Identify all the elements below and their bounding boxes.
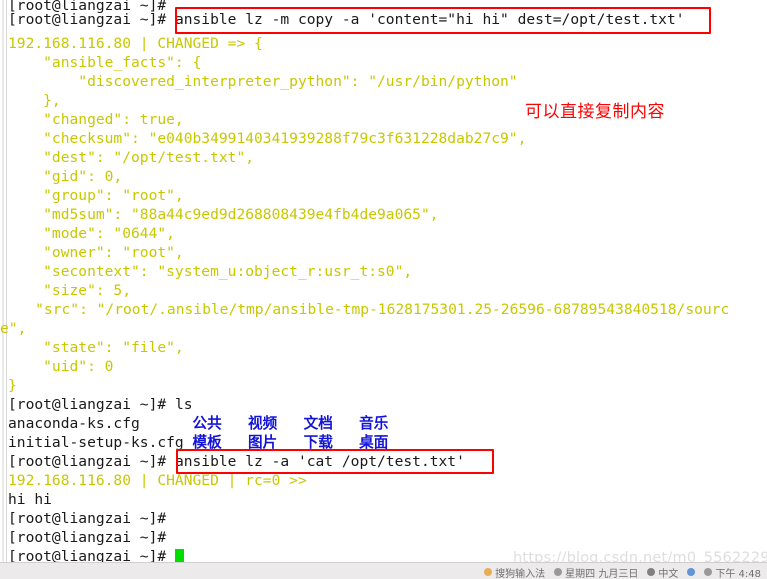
taskbar-item[interactable]: 星期四 九月三日 <box>554 565 638 579</box>
command-output: "owner": "root", <box>8 244 184 261</box>
terminal-line: } <box>8 376 17 395</box>
terminal-line: "state": "file", <box>8 338 184 357</box>
shell-prompt: [root@liangzai ~]# <box>8 548 175 562</box>
terminal-line: [root@liangzai ~]# ansible lz -m copy -a… <box>8 10 685 29</box>
terminal-line: [root@liangzai ~]# <box>8 528 166 547</box>
terminal-line: "gid": 0, <box>8 167 122 186</box>
command-output: "checksum": "e040b3499140341939288f79c3f… <box>8 130 527 147</box>
terminal-line: 192.168.116.80 | CHANGED | rc=0 >> <box>8 471 307 490</box>
terminal-cursor <box>174 549 184 562</box>
taskbar-item-icon <box>687 568 696 576</box>
terminal-line: "group": "root", <box>8 186 184 205</box>
command-output: "discovered_interpreter_python": "/usr/b… <box>8 73 518 90</box>
terminal-line: "size": 5, <box>8 281 131 300</box>
command-output: "changed": true, <box>8 111 184 128</box>
command-output: "group": "root", <box>8 187 184 204</box>
terminal-line: initial-setup-ks.cfg 模板 图片 下载 桌面 <box>8 433 388 452</box>
command-output: "size": 5, <box>8 282 132 299</box>
terminal-line: anaconda-ks.cfg 公共 视频 文档 音乐 <box>8 414 388 433</box>
terminal-line: hi hi <box>8 490 52 509</box>
terminal-line: "md5sum": "88a44c9ed9d268808439e4fb4de9a… <box>8 205 439 224</box>
taskbar-item-label: 搜狗输入法 <box>495 568 546 579</box>
command-output: "state": "file", <box>8 339 184 356</box>
taskbar-item[interactable]: 下午 4:48 <box>704 565 761 579</box>
taskbar-item-icon <box>484 568 493 576</box>
command-output: } <box>8 377 17 394</box>
terminal-line: "ansible_facts": { <box>8 53 201 72</box>
terminal-screen[interactable]: [root@liangzai ~]# [root@liangzai ~]# ans… <box>0 0 767 562</box>
shell-prompt: [root@liangzai ~]# <box>8 453 175 470</box>
terminal-scrollbar[interactable] <box>0 0 7 562</box>
taskbar-item-label: 中文 <box>658 568 679 579</box>
terminal-line: "owner": "root", <box>8 243 184 262</box>
shell-prompt: [root@liangzai ~]# <box>8 11 175 28</box>
taskbar-item-label: 下午 4:48 <box>715 568 761 579</box>
terminal-line: "dest": "/opt/test.txt", <box>8 148 254 167</box>
command-output: "src": "/root/.ansible/tmp/ansible-tmp-1… <box>0 301 730 318</box>
blog-watermark: https://blog.csdn.net/m0_55622296 <box>513 550 767 562</box>
taskbar-item-label: 星期四 九月三日 <box>565 568 639 579</box>
desktop-taskbar[interactable]: 搜狗输入法 星期四 九月三日 中文 下午 4:48 <box>0 562 767 579</box>
command-output: "uid": 0 <box>8 358 114 375</box>
command-output: "mode": "0644", <box>8 225 175 242</box>
command-output: "dest": "/opt/test.txt", <box>8 149 255 166</box>
command-output: "ansible_facts": { <box>8 54 202 71</box>
terminal-line: e", <box>0 319 26 338</box>
command-text: ls <box>174 396 193 413</box>
terminal-line: [root@liangzai ~]# <box>8 547 184 562</box>
terminal-line: [root@liangzai ~]# ls <box>8 395 193 414</box>
terminal-line: [root@liangzai ~]# <box>8 509 166 528</box>
command-output: "secontext": "system_u:object_r:usr_t:s0… <box>8 263 413 280</box>
copy-content-note: 可以直接复制内容 <box>525 102 665 122</box>
command-text: ansible lz -a 'cat /opt/test.txt' <box>174 453 465 470</box>
terminal-window[interactable]: [root@liangzai ~]# [root@liangzai ~]# ans… <box>0 0 767 562</box>
shell-prompt: [root@liangzai ~]# <box>8 510 167 527</box>
terminal-line: "checksum": "e040b3499140341939288f79c3f… <box>8 129 526 148</box>
command-text: hi hi <box>8 491 52 508</box>
command-output: "gid": 0, <box>8 168 123 185</box>
terminal-line: "changed": true, <box>8 110 184 129</box>
terminal-line: "discovered_interpreter_python": "/usr/b… <box>8 72 518 91</box>
taskbar-item[interactable] <box>687 568 696 576</box>
command-output: }, <box>8 92 61 109</box>
terminal-line: "mode": "0644", <box>8 224 175 243</box>
taskbar-item-icon <box>704 568 713 576</box>
terminal-line: [root@liangzai ~]# ansible lz -a 'cat /o… <box>8 452 465 471</box>
command-text: initial-setup-ks.cfg <box>8 434 193 451</box>
shell-prompt: [root@liangzai ~]# <box>8 396 175 413</box>
terminal-line: 192.168.116.80 | CHANGED => { <box>8 34 263 53</box>
terminal-line: "uid": 0 <box>8 357 113 376</box>
command-output: e", <box>0 320 27 337</box>
directory-names: 公共 视频 文档 音乐 <box>192 415 389 432</box>
command-output: 192.168.116.80 | CHANGED | rc=0 >> <box>8 472 307 489</box>
command-output: "md5sum": "88a44c9ed9d268808439e4fb4de9a… <box>8 206 439 223</box>
directory-names: 模板 图片 下载 桌面 <box>192 434 389 451</box>
command-output: 192.168.116.80 | CHANGED => { <box>8 35 263 52</box>
command-text: ansible lz -m copy -a 'content="hi hi" d… <box>174 11 685 28</box>
command-text: anaconda-ks.cfg <box>8 415 193 432</box>
taskbar-item-icon <box>647 568 656 576</box>
terminal-line: }, <box>8 91 61 110</box>
taskbar-item[interactable]: 搜狗输入法 <box>484 565 545 579</box>
taskbar-item[interactable]: 中文 <box>647 565 678 579</box>
terminal-line: "src": "/root/.ansible/tmp/ansible-tmp-1… <box>0 300 729 319</box>
taskbar-items[interactable]: 搜狗输入法 星期四 九月三日 中文 下午 4:48 <box>484 564 761 579</box>
terminal-line: "secontext": "system_u:object_r:usr_t:s0… <box>8 262 412 281</box>
taskbar-item-icon <box>554 568 563 576</box>
shell-prompt: [root@liangzai ~]# <box>8 529 167 546</box>
